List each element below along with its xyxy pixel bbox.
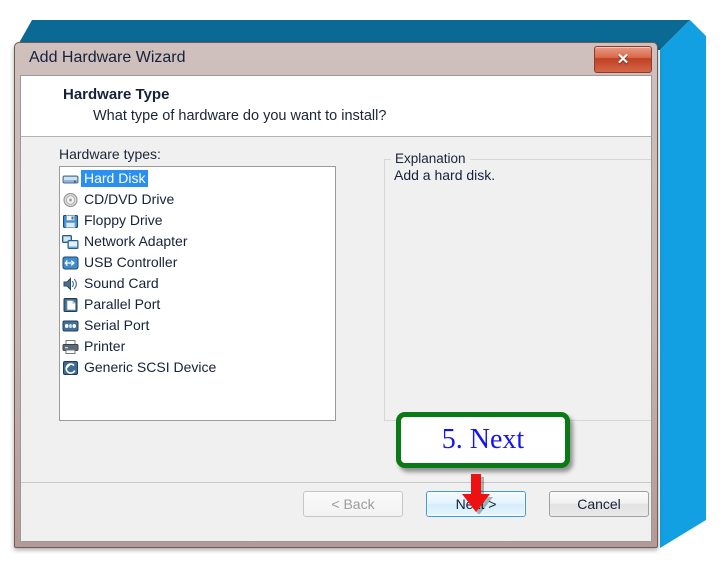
list-item[interactable]: Generic SCSI Device (60, 357, 335, 378)
list-item-label: Floppy Drive (84, 212, 163, 228)
floppy-disk-icon (62, 213, 79, 229)
explanation-legend: Explanation (391, 151, 470, 166)
list-item-label: Serial Port (84, 317, 150, 333)
serial-port-icon (62, 318, 79, 334)
page-title: Hardware Type (63, 86, 170, 103)
list-item-label: Parallel Port (84, 296, 161, 312)
annotation-label: 5. Next (441, 424, 525, 455)
hardware-types-listbox[interactable]: Hard Disk CD/DVD Drive Floppy Drive Network… (59, 166, 336, 421)
footer-divider (21, 482, 651, 483)
list-item-label: Printer (84, 338, 126, 354)
button-row: < Back Next > Cancel (21, 491, 651, 531)
list-item-label: Network Adapter (84, 233, 188, 249)
list-item-label: Hard Disk (81, 170, 149, 187)
dialog-client-area: Hardware Type What type of hardware do y… (20, 75, 652, 542)
screenshot-root: Add Hardware Wizard ✕ Hardware Type What… (0, 0, 727, 576)
optical-disc-icon (62, 192, 79, 208)
list-item[interactable]: Serial Port (60, 315, 335, 336)
down-arrow-icon (462, 474, 493, 514)
list-item-label: CD/DVD Drive (84, 191, 175, 207)
close-button[interactable]: ✕ (594, 46, 652, 73)
usb-icon (62, 255, 79, 271)
explanation-text: Add a hard disk. (394, 167, 496, 183)
cancel-button[interactable]: Cancel (549, 491, 649, 517)
list-item[interactable]: USB Controller (60, 252, 335, 273)
annotation-callout-box: 5. Next (396, 412, 570, 468)
hardware-types-label: Hardware types: (59, 146, 161, 162)
explanation-groupbox: Explanation Add a hard disk. (384, 151, 651, 421)
wizard-header: Hardware Type What type of hardware do y… (21, 76, 651, 137)
back-button[interactable]: < Back (303, 491, 403, 517)
parallel-port-icon (62, 297, 79, 313)
window-title: Add Hardware Wizard (29, 49, 186, 66)
list-item-label: Generic SCSI Device (84, 359, 217, 375)
list-item[interactable]: Hard Disk (60, 168, 335, 189)
list-item[interactable]: Sound Card (60, 273, 335, 294)
dialog-window: Add Hardware Wizard ✕ Hardware Type What… (14, 42, 658, 548)
list-item[interactable]: Parallel Port (60, 294, 335, 315)
list-item-label: Sound Card (84, 275, 159, 291)
network-adapter-icon (62, 234, 79, 250)
scsi-device-icon (62, 360, 79, 376)
page-subtitle: What type of hardware do you want to ins… (93, 108, 387, 124)
list-item-label: USB Controller (84, 254, 178, 270)
list-item[interactable]: Network Adapter (60, 231, 335, 252)
speaker-icon (62, 276, 79, 292)
list-item[interactable]: Printer (60, 336, 335, 357)
list-item[interactable]: CD/DVD Drive (60, 189, 335, 210)
hard-disk-icon (62, 171, 79, 187)
title-bar: Add Hardware Wizard ✕ (15, 43, 657, 77)
close-x-icon: ✕ (616, 51, 630, 68)
printer-icon (62, 339, 79, 355)
list-item[interactable]: Floppy Drive (60, 210, 335, 231)
